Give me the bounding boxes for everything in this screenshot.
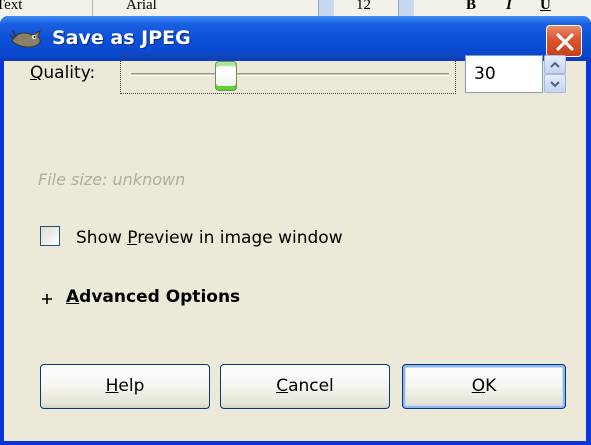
background-underline-button: U (540, 0, 551, 13)
spin-up-button[interactable] (544, 55, 566, 74)
quality-label-text: uality: (43, 63, 96, 83)
background-italic-button: I (506, 0, 512, 13)
quality-slider[interactable] (120, 54, 456, 94)
background-combo-arrow (318, 0, 334, 16)
background-combo-arrow (398, 0, 414, 16)
gimp-wilber-icon (10, 30, 41, 48)
advanced-label-mnemonic: A (66, 287, 80, 307)
advanced-options-expander[interactable]: Advanced Options (66, 287, 240, 307)
cancel-button-mnemonic: C (276, 376, 289, 396)
quality-slider-track[interactable] (131, 73, 449, 76)
show-preview-checkbox[interactable] (40, 226, 60, 246)
ok-button-mnemonic: O (471, 376, 486, 396)
background-font-name: Arial (126, 0, 157, 13)
cancel-button-label: ancel (288, 376, 334, 396)
dialog-title: Save as JPEG (52, 27, 191, 49)
background-separator (92, 0, 93, 16)
show-preview-label-text: review in image window (137, 228, 343, 248)
help-button-label: elp (118, 376, 145, 396)
close-button[interactable] (546, 25, 582, 57)
show-preview-label[interactable]: Show Preview in image window (76, 228, 343, 248)
background-font-size: 12 (356, 0, 371, 13)
plus-expander-icon[interactable] (40, 292, 54, 306)
show-preview-label-mnemonic: P (127, 228, 138, 248)
close-icon (556, 33, 574, 51)
quality-spin-buttons (544, 55, 566, 93)
help-button[interactable]: Help (40, 364, 210, 409)
background-bold-button: B (466, 0, 477, 13)
show-preview-label-prefix: Show (76, 228, 128, 248)
quality-label: Quality: (30, 62, 95, 84)
advanced-label-text: dvanced Options (79, 287, 241, 307)
background-toolbar: Text Arial 12 B I U (0, 0, 591, 16)
quality-slider-thumb[interactable] (215, 61, 238, 91)
help-button-mnemonic: H (105, 376, 119, 396)
quality-spin-input[interactable] (465, 55, 543, 93)
background-font-label: Text (0, 0, 23, 13)
cancel-button[interactable]: Cancel (220, 364, 390, 409)
arrow-up-icon (550, 61, 560, 68)
arrow-down-icon (550, 81, 560, 88)
quality-label-mnemonic: Q (30, 63, 44, 83)
ok-button[interactable]: OK (402, 364, 566, 409)
ok-button-label: K (485, 376, 497, 396)
window-bottom-border (0, 441, 591, 445)
file-size-label: File size: unknown (38, 170, 186, 189)
spin-down-button[interactable] (544, 74, 566, 93)
